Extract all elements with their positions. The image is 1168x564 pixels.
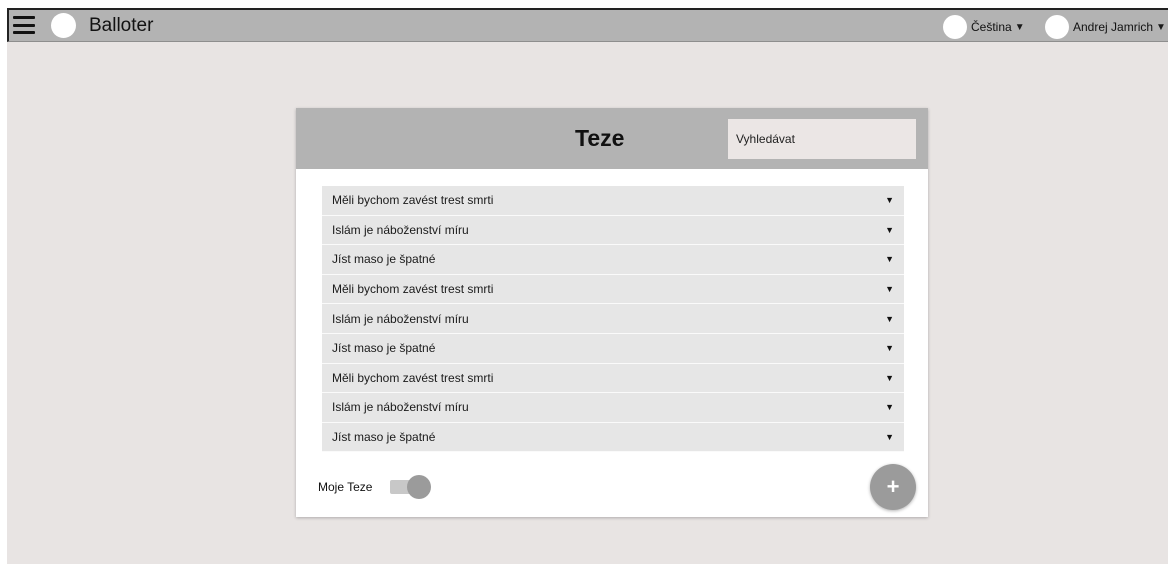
language-selector[interactable]: Čeština ▼ <box>943 15 1025 39</box>
language-label: Čeština <box>971 20 1012 34</box>
app-frame: Balloter Čeština ▼ Andrej Jamrich ▼ Teze… <box>7 8 1168 564</box>
triangle-down-icon[interactable]: ▼ <box>885 373 894 383</box>
theses-list: Měli bychom zavést trest smrti ▼ Islám je … <box>322 186 904 453</box>
thesis-label: Jíst maso je špatné <box>332 430 436 445</box>
card-header: Teze <box>296 108 928 169</box>
thesis-row[interactable]: Jíst maso je špatné ▼ <box>322 422 904 453</box>
card-title: Teze <box>575 125 625 151</box>
triangle-down-icon[interactable]: ▼ <box>885 225 894 235</box>
thesis-row[interactable]: Měli bychom zavést trest smrti ▼ <box>322 274 904 305</box>
user-avatar-icon <box>1045 15 1069 39</box>
thesis-label: Islám je náboženství míru <box>332 311 469 326</box>
thesis-row[interactable]: Islám je náboženství míru ▼ <box>322 215 904 246</box>
triangle-down-icon[interactable]: ▼ <box>885 314 894 324</box>
thesis-row[interactable]: Jíst maso je špatné ▼ <box>322 245 904 275</box>
thesis-label: Měli bychom zavést trest smrti <box>332 370 494 385</box>
theses-card: Teze Měli bychom zavést trest smrti▼Islá… <box>296 108 928 517</box>
user-menu[interactable]: Andrej Jamrich ▼ <box>1045 15 1166 39</box>
thesis-row[interactable]: Měli bychom zavést trest smrti ▼ <box>322 363 904 394</box>
thesis-label: Jíst maso je špatné <box>332 252 436 267</box>
toggle-knob <box>407 475 431 499</box>
triangle-down-icon[interactable]: ▼ <box>885 195 894 205</box>
triangle-down-icon[interactable]: ▼ <box>885 402 894 412</box>
language-circle-icon <box>943 15 967 39</box>
search-input[interactable] <box>728 119 916 159</box>
thesis-label: Jíst maso je špatné <box>332 341 436 356</box>
app-title: Balloter <box>89 15 154 36</box>
thesis-label: Měli bychom zavést trest smrti <box>332 282 494 297</box>
plus-icon: + <box>886 474 900 499</box>
thesis-row[interactable]: Měli bychom zavést trest smrti ▼ <box>322 186 904 216</box>
thesis-row[interactable]: Islám je náboženství míru ▼ <box>322 304 904 334</box>
triangle-down-icon[interactable]: ▼ <box>885 432 894 442</box>
chevron-down-icon: ▼ <box>1156 21 1166 33</box>
user-name: Andrej Jamrich <box>1073 20 1154 34</box>
triangle-down-icon[interactable]: ▼ <box>885 284 894 294</box>
triangle-down-icon[interactable]: ▼ <box>885 343 894 353</box>
top-bar: Balloter Čeština ▼ Andrej Jamrich ▼ <box>7 8 1168 42</box>
hamburger-menu-icon[interactable] <box>13 16 35 34</box>
thesis-label: Islám je náboženství míru <box>332 222 469 237</box>
my-theses-toggle-label: Moje Teze <box>318 480 373 494</box>
logo-circle-icon <box>51 13 76 38</box>
my-theses-toggle[interactable] <box>390 474 432 500</box>
thesis-label: Islám je náboženství míru <box>332 400 469 415</box>
add-thesis-button[interactable]: + <box>870 464 916 510</box>
chevron-down-icon: ▼ <box>1014 21 1025 33</box>
triangle-down-icon[interactable]: ▼ <box>885 254 894 264</box>
thesis-label: Měli bychom zavést trest smrti <box>332 193 494 208</box>
thesis-row[interactable]: Islám je náboženství míru ▼ <box>322 393 904 423</box>
thesis-row[interactable]: Jíst maso je špatné ▼ <box>322 333 904 364</box>
